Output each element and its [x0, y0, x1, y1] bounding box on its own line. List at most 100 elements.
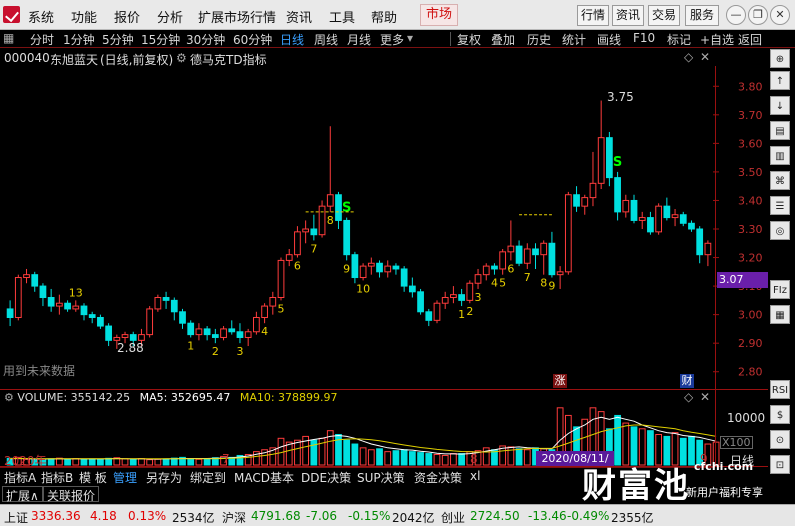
- candle-body: [195, 328, 203, 336]
- table-icon[interactable]: ▥: [770, 146, 790, 165]
- candle-body: [129, 334, 137, 341]
- tab-indicator-b[interactable]: 指标B: [41, 469, 73, 486]
- volume-bar: [64, 458, 71, 466]
- td-count-label: 5: [278, 302, 285, 315]
- volume-settings-icon[interactable]: ⚙: [4, 391, 14, 404]
- menu-extended-market[interactable]: 扩展市场行情: [198, 7, 276, 26]
- news-button[interactable]: 资讯: [612, 5, 644, 26]
- tool-overlay[interactable]: 叠加: [491, 31, 515, 48]
- volume-bar: [154, 458, 162, 466]
- candle-body: [491, 265, 498, 270]
- tab-macd[interactable]: MACD基本: [234, 469, 294, 486]
- tab-manage[interactable]: 管理: [113, 469, 137, 486]
- restore-icon[interactable]: ❐: [748, 5, 768, 25]
- period-1min[interactable]: 1分钟: [63, 31, 95, 48]
- menu-system[interactable]: 系统: [28, 7, 54, 26]
- grid-icon[interactable]: ▦: [3, 31, 14, 45]
- kline-chart[interactable]: 1312345678910123456789SS 2.802.903.003.1…: [0, 48, 768, 468]
- volume-diamond-icon[interactable]: ◇: [684, 390, 693, 404]
- tool-drawline[interactable]: 画线: [597, 31, 621, 48]
- candle-body: [31, 274, 39, 287]
- idx3-name[interactable]: 创业: [441, 509, 465, 526]
- period-30min[interactable]: 30分钟: [186, 31, 225, 48]
- period-5min[interactable]: 5分钟: [102, 31, 134, 48]
- tab-capital[interactable]: 资金决策: [414, 469, 462, 486]
- tab-bind-to[interactable]: 绑定到: [190, 469, 226, 486]
- menu-market[interactable]: 市场: [420, 4, 458, 26]
- tab-save-as[interactable]: 另存为: [146, 469, 182, 486]
- candle-body: [310, 228, 318, 236]
- idx2-name[interactable]: 沪深: [222, 509, 246, 526]
- candle-body: [220, 328, 227, 338]
- tab-indicator-a[interactable]: 指标A: [4, 469, 36, 486]
- volume-close-icon[interactable]: ✕: [700, 390, 710, 404]
- period-60min[interactable]: 60分钟: [233, 31, 272, 48]
- expand-button[interactable]: 扩展∧: [2, 486, 43, 503]
- menu-news[interactable]: 资讯: [286, 7, 312, 26]
- tool-back[interactable]: 返回: [738, 31, 762, 48]
- idx1-name[interactable]: 上证: [4, 509, 28, 526]
- candle-body: [64, 302, 71, 310]
- period-weekly[interactable]: 周线: [314, 31, 338, 48]
- volume-bar: [203, 458, 211, 466]
- sell-signal: S: [342, 201, 351, 216]
- candle-body: [671, 214, 679, 219]
- service-button[interactable]: 服务: [685, 5, 719, 26]
- candle-body: [269, 297, 277, 307]
- candle-body: [170, 299, 178, 313]
- menu-help[interactable]: 帮助: [371, 7, 397, 26]
- menu-analysis[interactable]: 分析: [157, 7, 183, 26]
- period-intraday[interactable]: 分时: [30, 31, 54, 48]
- tab-template[interactable]: 模 板: [79, 469, 107, 486]
- layout-icon[interactable]: ▤: [770, 121, 790, 140]
- dollar-icon[interactable]: $: [770, 405, 790, 424]
- menu-function[interactable]: 功能: [71, 7, 97, 26]
- tab-xl[interactable]: xl: [470, 469, 480, 483]
- zoom-in-icon[interactable]: ⊕: [770, 49, 790, 68]
- event-marker-zhang[interactable]: 涨: [553, 374, 567, 388]
- tool-add-watchlist[interactable]: +自选: [700, 31, 734, 48]
- more-dropdown-icon[interactable]: ▾: [407, 31, 413, 45]
- period-more[interactable]: 更多: [380, 31, 404, 48]
- circle-icon[interactable]: ⊙: [770, 430, 790, 449]
- target-icon[interactable]: ◎: [770, 221, 790, 240]
- candle-body: [450, 294, 457, 299]
- fiz-icon[interactable]: FIz: [770, 280, 790, 299]
- menu-tools[interactable]: 工具: [329, 7, 355, 26]
- scroll-up-icon[interactable]: ↑: [770, 71, 790, 90]
- menu-quote[interactable]: 报价: [114, 7, 140, 26]
- candle-body: [638, 217, 646, 221]
- y-tick-label: 3.00: [738, 309, 763, 322]
- candle-body: [515, 245, 523, 264]
- volume-bar: [376, 448, 383, 466]
- tool-adjust[interactable]: 复权: [457, 31, 481, 48]
- quote-button[interactable]: 行情: [577, 5, 609, 26]
- scroll-down-icon[interactable]: ↓: [770, 96, 790, 115]
- period-monthly[interactable]: 月线: [347, 31, 371, 48]
- list-icon[interactable]: ☰: [770, 196, 790, 215]
- tool-mark[interactable]: 标记: [667, 31, 691, 48]
- current-price-tag: 3.07: [717, 272, 768, 288]
- tab-sup[interactable]: SUP决策: [357, 469, 405, 486]
- tool-f10[interactable]: F10: [633, 31, 655, 45]
- tab-dde[interactable]: DDE决策: [301, 469, 351, 486]
- watermark-logo: 财富池 cfchi.com 新用户福利专享: [582, 454, 772, 506]
- frame-icon[interactable]: ⊡: [770, 455, 790, 474]
- grid-chart-icon[interactable]: ▦: [770, 305, 790, 324]
- tool-history[interactable]: 历史: [527, 31, 551, 48]
- tools-icon[interactable]: ⌘: [770, 171, 790, 190]
- td-count-label: 1: [458, 308, 465, 321]
- tool-statistics[interactable]: 统计: [562, 31, 586, 48]
- related-quote-button[interactable]: 关联报价: [43, 486, 100, 503]
- minimize-icon[interactable]: —: [726, 5, 746, 25]
- close-icon[interactable]: ✕: [770, 5, 790, 25]
- period-daily[interactable]: 日线: [280, 31, 304, 48]
- candle-body: [97, 316, 104, 327]
- event-marker-cai[interactable]: 财: [680, 374, 694, 388]
- candle-body: [482, 265, 490, 276]
- volume-bar: [515, 448, 523, 466]
- trade-button[interactable]: 交易: [648, 5, 680, 26]
- rsi-icon[interactable]: RSI: [770, 380, 790, 399]
- period-15min[interactable]: 15分钟: [141, 31, 180, 48]
- idx1-amount: 2534亿: [172, 511, 215, 525]
